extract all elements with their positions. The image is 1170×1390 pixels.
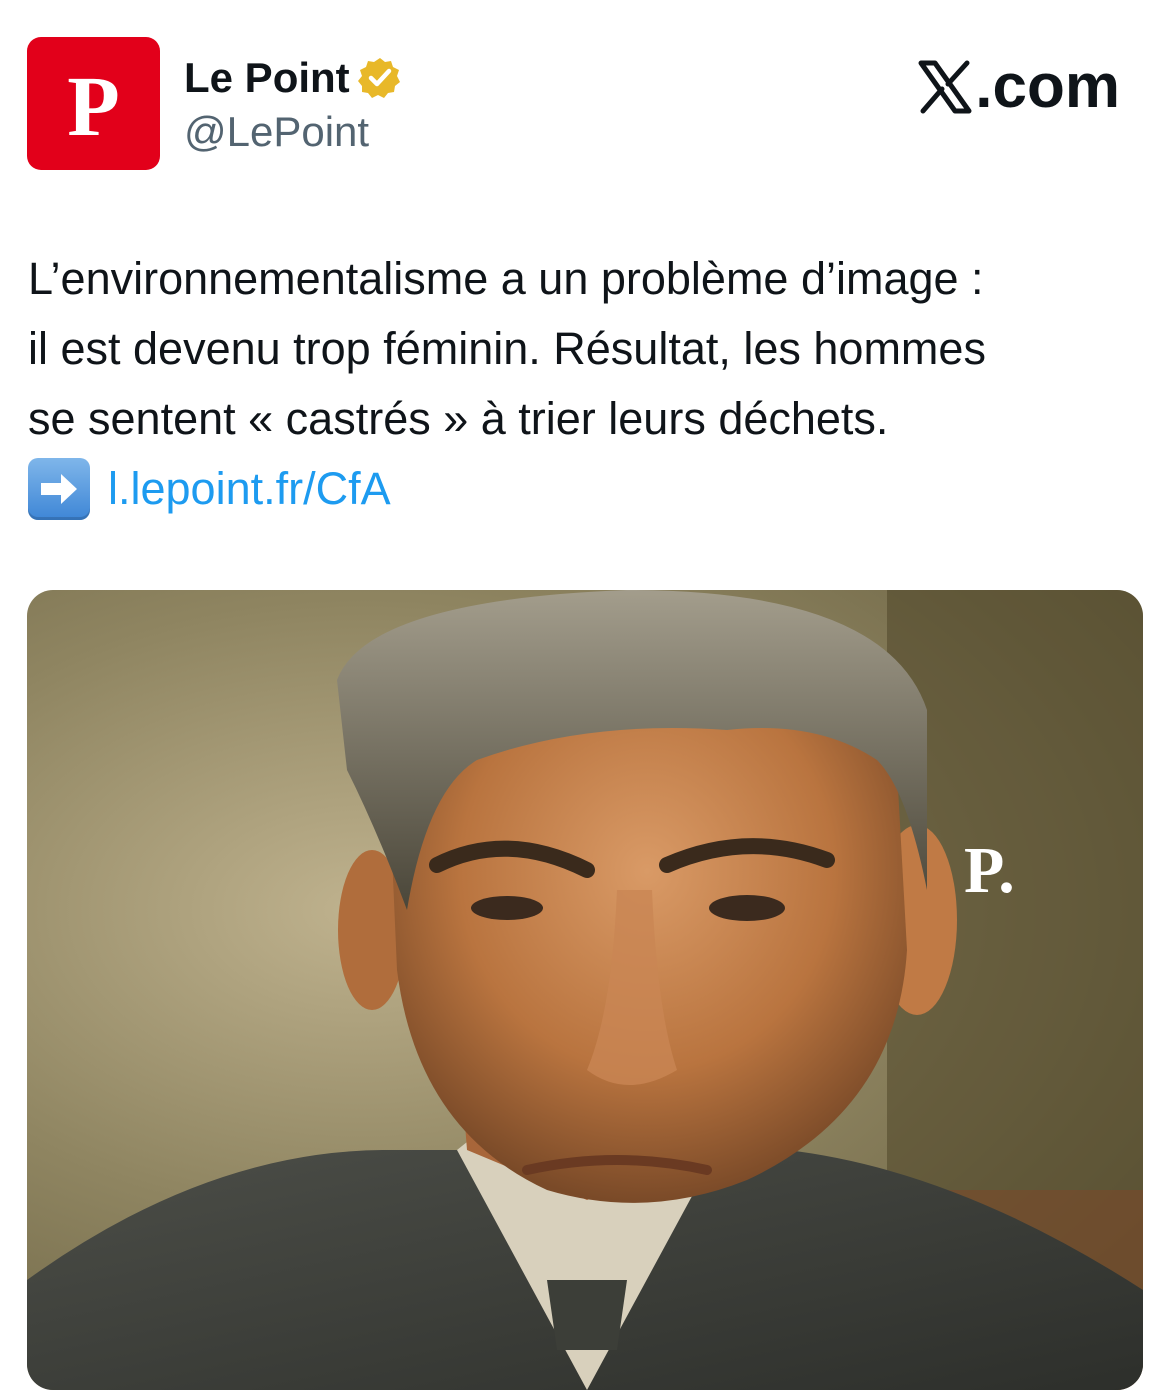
x-logo-icon: [917, 59, 973, 115]
le-point-watermark: P.: [964, 834, 1015, 907]
brand-label: .com: [975, 52, 1120, 121]
tweet-link[interactable]: l.lepoint.fr/CfA: [108, 454, 391, 524]
handle[interactable]: @LePoint: [184, 106, 369, 158]
tweet-text: L’environnementalisme a un problème d’im…: [28, 253, 986, 444]
right-arrow-emoji-icon: [28, 458, 90, 520]
painted-portrait-image: [27, 590, 1143, 1390]
display-name: Le Point: [184, 54, 350, 101]
avatar-letter: P: [67, 57, 120, 154]
display-name-row[interactable]: Le Point: [184, 52, 402, 104]
avatar[interactable]: P: [27, 37, 160, 170]
tweet-media-image[interactable]: P.: [27, 590, 1143, 1390]
x-com-brand[interactable]: .com: [917, 52, 1120, 122]
verified-badge-icon: [357, 56, 402, 100]
tweet-link-row: l.lepoint.fr/CfA: [28, 454, 391, 524]
